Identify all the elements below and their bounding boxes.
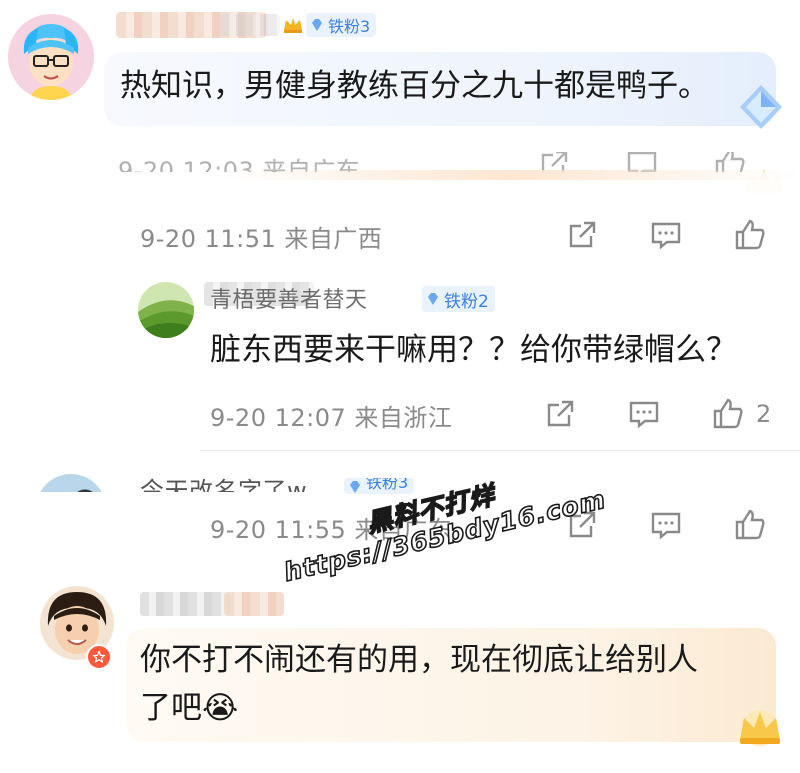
diamond-icon — [312, 19, 322, 31]
username[interactable]: 青梧要善者替天 — [210, 282, 368, 314]
share-icon — [569, 221, 596, 248]
like-icon — [713, 398, 743, 429]
like-count: 2 — [756, 400, 772, 428]
share-button[interactable] — [542, 396, 578, 432]
verified-badge-icon — [86, 644, 112, 670]
badge-label: 铁粉2 — [444, 291, 489, 312]
fan-badge: 铁粉3 — [306, 13, 377, 37]
comment-text: 热知识，男健身教练百分之九十都是鸭子。 — [120, 68, 709, 104]
crown-sticker-icon — [734, 706, 786, 748]
comment-text-line1: 你不打不闹还有的用，现在彻底让给别人 — [140, 642, 698, 678]
fan-badge: 铁粉2 — [422, 286, 495, 312]
username-redacted-tail — [220, 14, 280, 36]
comment-icon — [651, 222, 681, 250]
username[interactable]: 今天改名字了w — [140, 472, 307, 492]
like-button[interactable] — [732, 217, 768, 253]
like-button[interactable] — [732, 507, 768, 543]
comment-icon — [629, 401, 659, 429]
watermark: 黑料不打烊 https://365bdy16.com — [270, 436, 616, 617]
diamond-icon — [428, 293, 438, 305]
comment-text[interactable]: 脏东西要来干嘛用？？给你带绿帽么？ — [210, 326, 737, 374]
comment-button[interactable] — [648, 217, 684, 253]
username-redacted-2 — [224, 592, 284, 616]
avatar[interactable] — [138, 282, 194, 338]
comment-button[interactable] — [648, 507, 684, 543]
seam-shadow — [220, 170, 800, 180]
avatar-partial[interactable] — [36, 474, 106, 492]
comment-meta: 9-20 12:07 来自浙江 — [210, 404, 453, 432]
diamond-sticker-icon — [736, 82, 786, 132]
comment-button[interactable] — [626, 396, 662, 432]
comment-meta: 9-20 11:51 来自广西 — [140, 225, 383, 253]
badge-label: 铁粉3 — [328, 17, 371, 36]
like-icon — [735, 509, 765, 540]
comment-actions: 2 — [542, 396, 771, 432]
username-redacted[interactable] — [140, 592, 230, 616]
like-icon — [735, 219, 765, 250]
divider — [200, 450, 800, 451]
avatar[interactable] — [8, 14, 94, 100]
comment-actions — [564, 217, 768, 253]
comment-icon — [651, 512, 681, 540]
comment-text-line2: 了吧😭 — [140, 690, 239, 726]
like-button[interactable] — [710, 396, 746, 432]
share-icon — [547, 400, 574, 427]
share-button[interactable] — [564, 217, 600, 253]
fan-crown-icon — [282, 14, 304, 36]
